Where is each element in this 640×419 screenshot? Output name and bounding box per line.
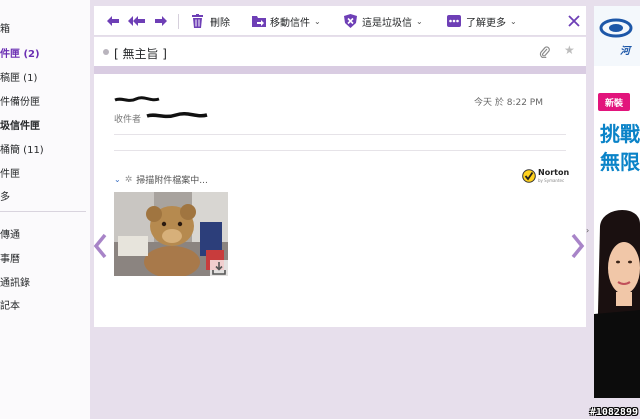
- move-label: 移動信件: [270, 17, 310, 29]
- message-toolbar: 刪除 移動信件 ⌄ 這是垃圾信 ⌄ 了解更多 ⌄: [94, 6, 586, 36]
- attachment-scan-status: ⌄ ✲ 掃描附件檔案中...: [114, 173, 208, 187]
- unread-dot: [103, 49, 109, 55]
- ad-header: 河: [594, 6, 640, 66]
- chevron-down-icon: ⌄: [416, 16, 423, 26]
- move-button[interactable]: 移動信件 ⌄: [270, 13, 321, 29]
- forward-icon[interactable]: [154, 14, 168, 28]
- watermark: #1082899: [589, 407, 638, 418]
- norton-check-icon: [522, 169, 536, 183]
- reply-icon[interactable]: [106, 14, 120, 28]
- sidebar-item-inbox[interactable]: 件匣 (2): [0, 45, 40, 60]
- ad-logo-text: 河: [620, 46, 630, 57]
- advertisement[interactable]: 河 新裝 挑戰 無限: [594, 6, 640, 398]
- toolbar-separator: [178, 14, 179, 29]
- reply-all-icon[interactable]: [128, 14, 146, 28]
- delete-label: 刪除: [210, 17, 230, 29]
- attachment-thumbnail[interactable]: [114, 192, 228, 276]
- chevron-down-icon: ⌄: [510, 16, 517, 26]
- previous-message-icon[interactable]: [92, 232, 108, 260]
- sidebar-divider: [0, 211, 86, 212]
- ad-model-photo: [594, 204, 640, 398]
- move-folder-icon[interactable]: [252, 14, 266, 28]
- sidebar-item-folder[interactable]: 件匣: [0, 165, 20, 180]
- star-icon[interactable]: ★: [564, 43, 575, 57]
- ad-badge: 新裝: [598, 93, 630, 111]
- spinner-icon: ✲: [124, 174, 133, 185]
- recipient-label: 收件者: [114, 115, 142, 125]
- ad-headline-1: 挑戰: [600, 122, 640, 146]
- sidebar-item-sent-backup[interactable]: 件備份匣: [0, 93, 40, 108]
- attachment-icon[interactable]: [539, 45, 550, 58]
- header-separator: [114, 134, 566, 135]
- sidebar-item-trash[interactable]: 桶簡 (11): [0, 141, 44, 156]
- spam-shield-icon[interactable]: [344, 14, 357, 28]
- more-button[interactable]: 了解更多 ⌄: [466, 13, 517, 29]
- folder-sidebar: 箱 件匣 (2) 稿匣 (1) 件備份匣 圾信件匣 桶簡 (11) 件匣 多 傳…: [0, 0, 90, 419]
- sidebar-item-calendar[interactable]: 事曆: [0, 250, 20, 265]
- delete-button[interactable]: 刪除: [210, 13, 230, 29]
- sidebar-item-drafts[interactable]: 稿匣 (1): [0, 69, 37, 84]
- download-icon: [212, 262, 226, 275]
- recipient-redacted: [146, 111, 208, 119]
- trash-icon[interactable]: [192, 14, 203, 28]
- more-icon[interactable]: [447, 14, 461, 28]
- sidebar-item-more[interactable]: 多: [0, 188, 10, 203]
- norton-label: Norton: [538, 168, 570, 177]
- ad-headline-2: 無限: [600, 150, 640, 174]
- sidebar-item-spam[interactable]: 圾信件匣: [0, 117, 40, 132]
- norton-sub: by Symantec: [538, 178, 565, 183]
- chevron-down-icon[interactable]: ⌄: [114, 175, 121, 184]
- subject-bar: [ 無主旨 ] ★: [94, 37, 586, 66]
- sidebar-item-notepad[interactable]: 記本: [0, 297, 20, 312]
- ad-collapse-icon[interactable]: ›: [586, 226, 594, 236]
- message-timestamp: 今天 於 8:22 PM: [474, 98, 543, 108]
- spam-button[interactable]: 這是垃圾信 ⌄: [362, 13, 423, 29]
- message-panel: 收件者 今天 於 8:22 PM ⌄ ✲ 掃描附件檔案中... Norton b…: [94, 74, 586, 327]
- more-label: 了解更多: [466, 17, 506, 29]
- scan-label: 掃描附件檔案中...: [136, 176, 208, 186]
- norton-logo: Norton by Symantec: [522, 168, 570, 186]
- sidebar-item-mailbox[interactable]: 箱: [0, 20, 10, 35]
- header-divider-strip: [94, 66, 586, 74]
- sender-redacted: [114, 96, 160, 102]
- close-icon[interactable]: [568, 14, 580, 28]
- sidebar-item-contacts[interactable]: 通訊錄: [0, 274, 30, 289]
- ad-brand-logo: [599, 18, 633, 38]
- sidebar-item-messenger[interactable]: 傳通: [0, 226, 20, 241]
- next-message-icon[interactable]: [570, 232, 586, 260]
- body-separator: [114, 150, 566, 151]
- subject-title: [ 無主旨 ]: [114, 47, 167, 61]
- spam-label: 這是垃圾信: [362, 17, 412, 29]
- download-button[interactable]: [210, 260, 228, 276]
- chevron-down-icon: ⌄: [314, 16, 321, 26]
